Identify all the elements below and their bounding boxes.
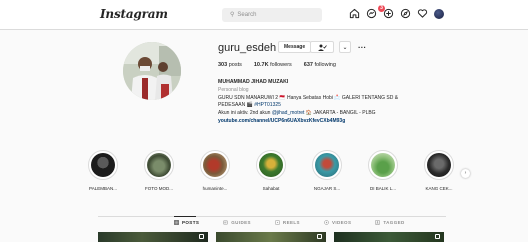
highlight-item[interactable]: humaninte... [198,150,232,191]
activity-heart-icon[interactable] [416,7,428,19]
active-tab-indicator [174,216,196,217]
carousel-icon [317,234,322,239]
bio-line: Akun ini aktiv. 2nd akun @jihad_motret 🏠… [218,110,376,117]
category-label: Personal blog [218,86,249,93]
profile-avatar[interactable] [433,7,445,19]
highlight-item[interactable]: Sahabat [254,150,288,191]
following-button[interactable] [310,41,334,53]
carousel-icon [435,234,440,239]
reels-icon [275,220,280,225]
highlight-item[interactable]: PALEMBAN... [86,150,120,191]
notification-badge: 3 [378,5,385,12]
top-navigation-bar: Instagram ⚲ Search 3 [0,0,528,30]
profile-stats: 303 posts 10.7K followers 637 following [218,62,336,68]
following-stat[interactable]: 637 following [304,62,336,68]
message-button[interactable]: Message [278,41,312,53]
mention-link[interactable]: @jihad_motret [272,110,305,116]
full-name: MUHAMMAD JIHAD MUZAKI [218,79,289,85]
chevron-right-icon[interactable]: › [461,169,470,178]
tab-posts[interactable]: POSTS [174,220,199,225]
nav-icons [348,7,445,19]
carousel-icon [199,234,204,239]
profile-bio: MUHAMMAD JIHAD MUZAKI Personal blog GURU… [218,79,438,126]
more-options-icon[interactable]: ... [358,41,366,50]
person-check-icon [317,44,327,51]
profile-picture[interactable] [123,42,181,100]
search-placeholder: Search [237,12,257,18]
suggested-dropdown-button[interactable]: ⌄ [339,41,351,53]
guides-icon [223,220,229,225]
explore-icon[interactable] [399,7,411,19]
video-icon [324,220,329,225]
tab-videos[interactable]: VIDEOS [324,220,351,225]
highlight-item[interactable]: FOTO MOD... [142,150,176,191]
followers-stat[interactable]: 10.7K followers [254,62,292,68]
search-icon: ⚲ [230,12,235,18]
chevron-down-icon: ⌄ [342,44,348,51]
hashtag-link[interactable]: #HPT01325 [254,102,281,108]
search-input[interactable]: ⚲ Search [222,8,322,22]
website-link[interactable]: youtube.com/channel/UCP6n6UAXbvzKfevCXb4… [218,118,438,126]
profile-username: guru_esdeh [218,42,277,54]
highlight-item[interactable]: NGAJAR S... [310,150,344,191]
story-highlights: PALEMBAN... FOTO MOD... humaninte... Sah… [86,150,456,191]
posts-stat: 303 posts [218,62,242,68]
tagged-icon [375,220,381,225]
tab-tagged[interactable]: TAGGED [375,220,404,225]
highlight-item[interactable]: DI BALIK L... [366,150,400,191]
home-icon[interactable] [348,7,360,19]
instagram-logo[interactable]: Instagram [100,7,168,21]
tab-reels[interactable]: REELS [275,220,300,225]
tab-guides[interactable]: GUIDES [223,220,251,225]
profile-tabs: POSTS GUIDES REELS VIDEOS TAGGED [174,220,405,225]
tabs-divider [98,216,446,217]
messenger-icon[interactable] [365,7,377,19]
highlight-item[interactable]: KANG CEK... [422,150,456,191]
grid-icon [174,220,179,225]
